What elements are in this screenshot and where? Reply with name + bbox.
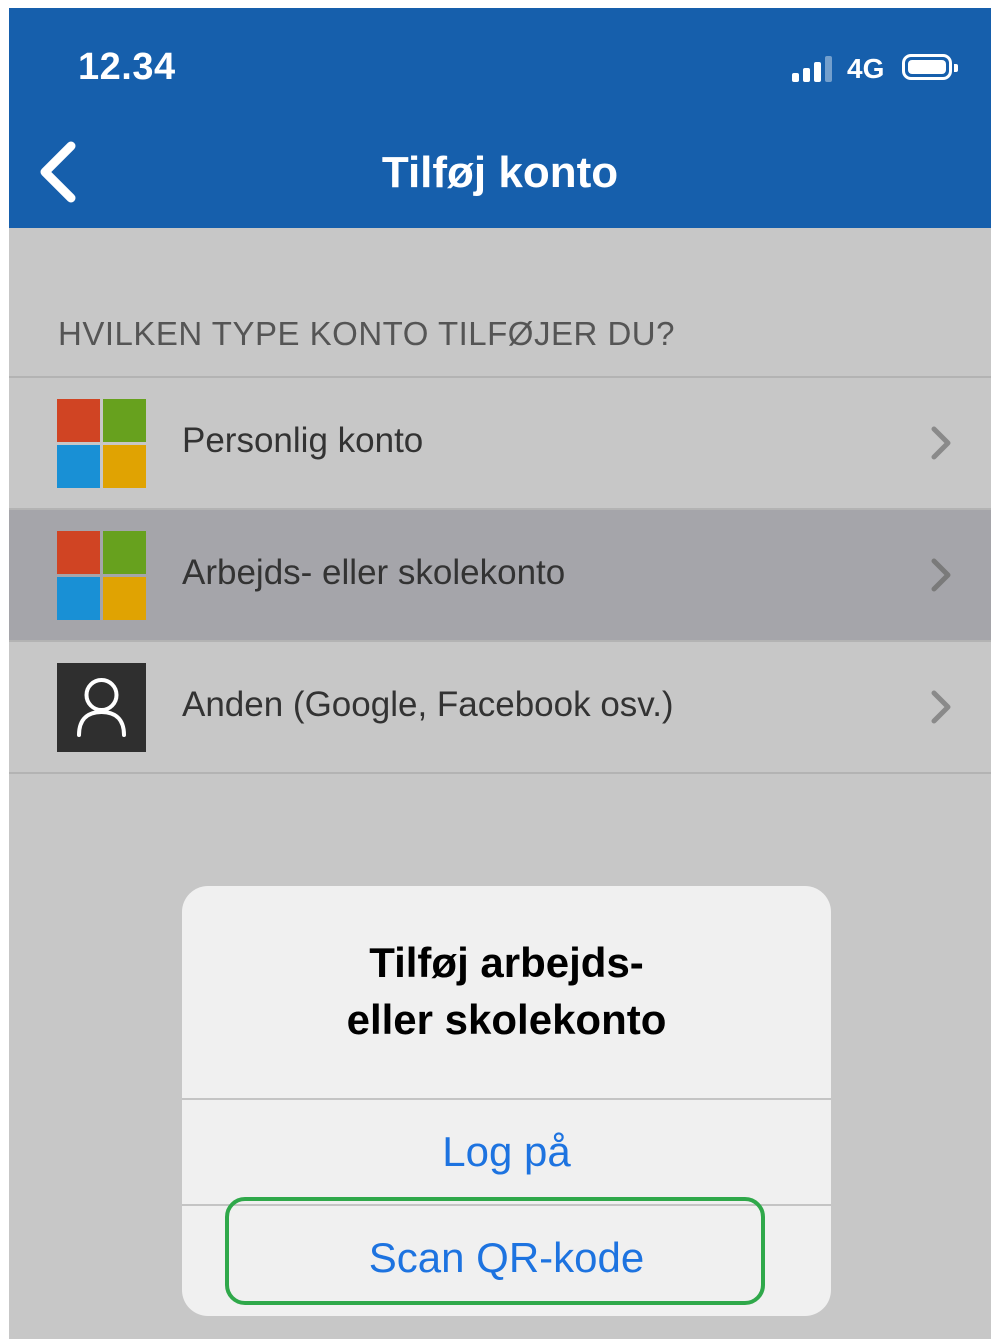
phone-screen: 12.34 4G Tilføj konto HVILKEN TYPE KONTO…: [9, 8, 991, 1339]
app-header: 12.34 4G Tilføj konto: [9, 8, 991, 228]
chevron-right-icon: [931, 690, 951, 724]
account-row-work-school[interactable]: Arbejds- eller skolekonto: [9, 510, 991, 642]
network-type: 4G: [847, 53, 885, 84]
dialog-title: Tilføj arbejds- eller skolekonto: [182, 934, 831, 1048]
signal-icon: [792, 56, 836, 82]
account-type-list: Personlig konto Arbejds- eller skolekont…: [9, 376, 991, 774]
chevron-right-icon: [931, 558, 951, 592]
page-title: Tilføj konto: [381, 148, 619, 197]
account-row-personal[interactable]: Personlig konto: [9, 378, 991, 510]
section-header: HVILKEN TYPE KONTO TILFØJER DU?: [58, 315, 675, 352]
microsoft-logo-icon: [57, 531, 146, 620]
scan-qr-highlight-box: [225, 1197, 765, 1305]
status-time: 12.34: [78, 46, 176, 88]
battery-icon: [902, 54, 958, 80]
chevron-right-icon: [931, 426, 951, 460]
account-row-other[interactable]: Anden (Google, Facebook osv.): [9, 642, 991, 774]
dialog-title-line-1: Tilføj arbejds-: [369, 939, 644, 986]
account-row-label: Anden (Google, Facebook osv.): [182, 685, 674, 724]
dialog-title-line-2: eller skolekonto: [346, 996, 667, 1043]
account-row-label: Arbejds- eller skolekonto: [182, 553, 566, 592]
account-row-label: Personlig konto: [182, 421, 424, 460]
sign-in-button[interactable]: Log på: [182, 1098, 831, 1204]
microsoft-logo-icon: [57, 399, 146, 488]
person-icon: [57, 663, 146, 752]
